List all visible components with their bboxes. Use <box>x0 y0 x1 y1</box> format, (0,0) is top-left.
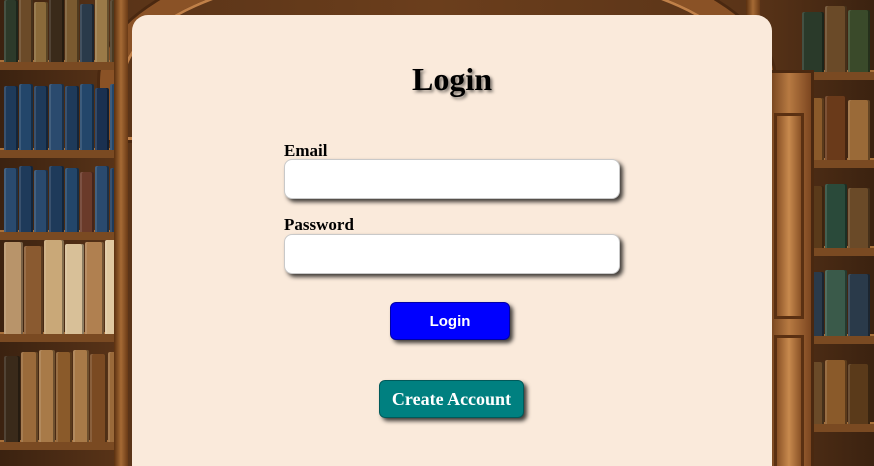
login-button[interactable]: Login <box>390 302 510 340</box>
shelf-post <box>114 0 128 466</box>
password-field[interactable] <box>284 234 620 274</box>
shelf <box>0 78 128 158</box>
bookshelf-left <box>0 0 128 466</box>
shelf <box>0 350 128 450</box>
create-account-button[interactable]: Create Account <box>379 380 524 418</box>
login-card: Login Email Password Login Create Accoun… <box>132 15 772 466</box>
shelf <box>0 160 128 240</box>
page-title: Login <box>411 61 493 97</box>
password-label: Password <box>284 215 354 234</box>
shelf <box>0 0 128 70</box>
email-label: Email <box>284 141 328 160</box>
shelf <box>0 240 128 342</box>
email-field[interactable] <box>284 159 620 199</box>
